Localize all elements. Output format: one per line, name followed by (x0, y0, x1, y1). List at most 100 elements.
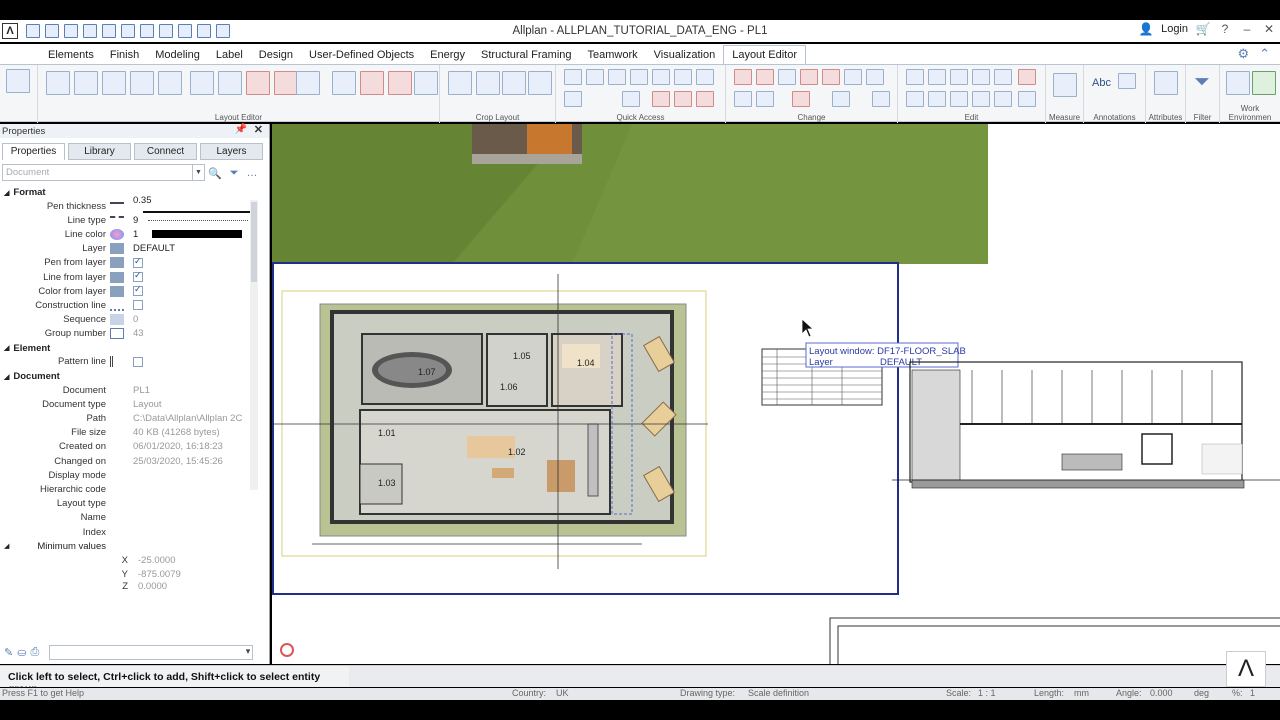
edit-text-a-icon[interactable] (994, 91, 1012, 107)
save-icon[interactable] (64, 24, 78, 38)
fill-icon[interactable] (674, 69, 692, 85)
convert-icon[interactable] (832, 91, 850, 107)
text-icon[interactable] (630, 69, 648, 85)
copy-icon[interactable] (800, 69, 818, 85)
help-icon[interactable]: ? (1218, 22, 1232, 36)
plot-set-icon[interactable] (414, 71, 438, 95)
line-icon[interactable] (564, 69, 582, 85)
edit-scale-icon[interactable] (994, 69, 1012, 85)
work-environment-icon[interactable] (1226, 71, 1250, 95)
crop-edit-icon[interactable] (502, 71, 526, 95)
copy-layout-icon[interactable] (296, 71, 320, 95)
edit-ungroup-icon[interactable] (972, 91, 990, 107)
tab-teamwork[interactable]: Teamwork (580, 46, 646, 64)
measure-icon[interactable] (1053, 73, 1077, 97)
undo-icon[interactable] (121, 24, 135, 38)
tab-energy[interactable]: Energy (422, 46, 473, 64)
status-angle-value[interactable]: 0.000 (1150, 688, 1173, 698)
edit-text-icon[interactable] (792, 91, 810, 107)
status-length-unit[interactable]: mm (1074, 688, 1089, 698)
layout-icon[interactable] (159, 24, 173, 38)
user-icon[interactable]: 👤 (1139, 22, 1154, 36)
construction-line-checkbox[interactable] (133, 300, 143, 311)
print-icon[interactable] (83, 24, 97, 38)
workspace-toggle-icon[interactable] (1252, 71, 1276, 95)
delete-icon[interactable] (734, 69, 752, 85)
more-icon[interactable]: … (247, 167, 258, 180)
prop-min-z[interactable]: Z 0.0000 (0, 582, 258, 591)
layout-add-icon[interactable] (74, 71, 98, 95)
expand-ribbon-icon[interactable]: ⌃ (1259, 46, 1270, 62)
hatch-icon[interactable] (696, 69, 714, 85)
import-icon[interactable] (274, 71, 298, 95)
paint-icon[interactable] (734, 91, 752, 107)
export-exc-icon[interactable] (218, 71, 242, 95)
prop-file-size[interactable]: File size 40 KB (41268 bytes) (0, 426, 258, 440)
prop-path[interactable]: Path C:\Data\Allplan\Allplan 2C (0, 411, 258, 425)
redo-icon[interactable] (140, 24, 154, 38)
chevron-down-icon[interactable]: ▼ (192, 165, 204, 180)
layout-border-icon[interactable] (130, 71, 154, 95)
color-from-layer-checkbox[interactable] (133, 284, 143, 297)
prop-display-mode[interactable]: Display mode (0, 468, 258, 482)
scrollbar-thumb[interactable] (251, 202, 257, 282)
comment-icon[interactable] (102, 24, 116, 38)
window-icon[interactable] (197, 24, 211, 38)
prop-color-from-layer[interactable]: Color from layer (0, 284, 258, 298)
prop-pattern-line[interactable]: Pattern line (0, 355, 258, 369)
crop-window-icon[interactable] (476, 71, 500, 95)
tab-structural-framing[interactable]: Structural Framing (473, 46, 579, 64)
annotation-note-icon[interactable] (1118, 73, 1136, 89)
new-file-icon[interactable] (26, 24, 40, 38)
panel-scrollbar[interactable] (250, 200, 258, 490)
tab-properties[interactable]: Properties (2, 143, 65, 160)
prop-min-x[interactable]: X -25.0000 (0, 553, 258, 567)
layout-frame-icon[interactable] (102, 71, 126, 95)
cut-icon[interactable] (822, 69, 840, 85)
dimension-icon[interactable] (586, 69, 604, 85)
open-icon[interactable] (45, 24, 59, 38)
prop-line-type[interactable]: Line type 9 (0, 213, 258, 227)
prop-created-on[interactable]: Created on 06/01/2020, 16:18:23 (0, 440, 258, 454)
edit-group-icon[interactable] (950, 91, 968, 107)
prop-sequence[interactable]: Sequence 0 (0, 313, 258, 327)
login-link[interactable]: Login (1161, 23, 1188, 35)
tab-label[interactable]: Label (208, 46, 251, 64)
edit-mirror-icon[interactable] (928, 69, 946, 85)
filter-funnel-icon[interactable]: ⏷ (1194, 71, 1210, 94)
edit-copy-icon[interactable] (906, 69, 924, 85)
minimize-icon[interactable]: – (1240, 22, 1254, 36)
cart-icon[interactable]: 🛒 (1196, 22, 1211, 36)
tag-icon[interactable] (674, 91, 692, 107)
rotate-icon[interactable] (778, 69, 796, 85)
prop-min-y[interactable]: Y -875.0079 (0, 568, 258, 582)
prop-document-type[interactable]: Document type Layout (0, 397, 258, 411)
label-red-icon[interactable] (652, 91, 670, 107)
allplan-logo-icon[interactable]: Λ (2, 23, 18, 39)
printer-icon[interactable] (872, 91, 890, 107)
layout-new-icon[interactable] (46, 71, 70, 95)
status-angle-unit[interactable]: deg (1194, 688, 1209, 698)
tab-modeling[interactable]: Modeling (147, 46, 208, 64)
pin-icon[interactable]: 📌 (235, 124, 247, 135)
title-block-icon[interactable] (190, 71, 214, 95)
format-preset-select[interactable] (49, 644, 254, 660)
start-menu-icon[interactable] (6, 69, 30, 93)
settings-icon[interactable] (178, 24, 192, 38)
edit-resize-icon[interactable] (1018, 91, 1036, 107)
prop-document[interactable]: Document PL1 (0, 383, 258, 397)
export-arrow-icon[interactable] (246, 71, 270, 95)
prop-hierarchic-code[interactable]: Hierarchic code (0, 482, 258, 496)
tab-library[interactable]: Library (68, 143, 131, 160)
paint-bucket-icon[interactable]: ⛀ (17, 646, 26, 659)
tools-icon[interactable] (216, 24, 230, 38)
layout-window-icon[interactable] (158, 71, 182, 95)
edit-distribute-icon[interactable] (928, 91, 946, 107)
tab-design[interactable]: Design (251, 46, 301, 64)
edit-delete-icon[interactable] (1018, 69, 1036, 85)
section-element[interactable]: ◢ Element (0, 342, 258, 355)
prop-pen-from-layer[interactable]: Pen from layer (0, 256, 258, 270)
crop-remove-icon[interactable] (528, 71, 552, 95)
tab-connect[interactable]: Connect (134, 143, 197, 160)
prop-line-color[interactable]: Line color 1 (0, 227, 258, 241)
